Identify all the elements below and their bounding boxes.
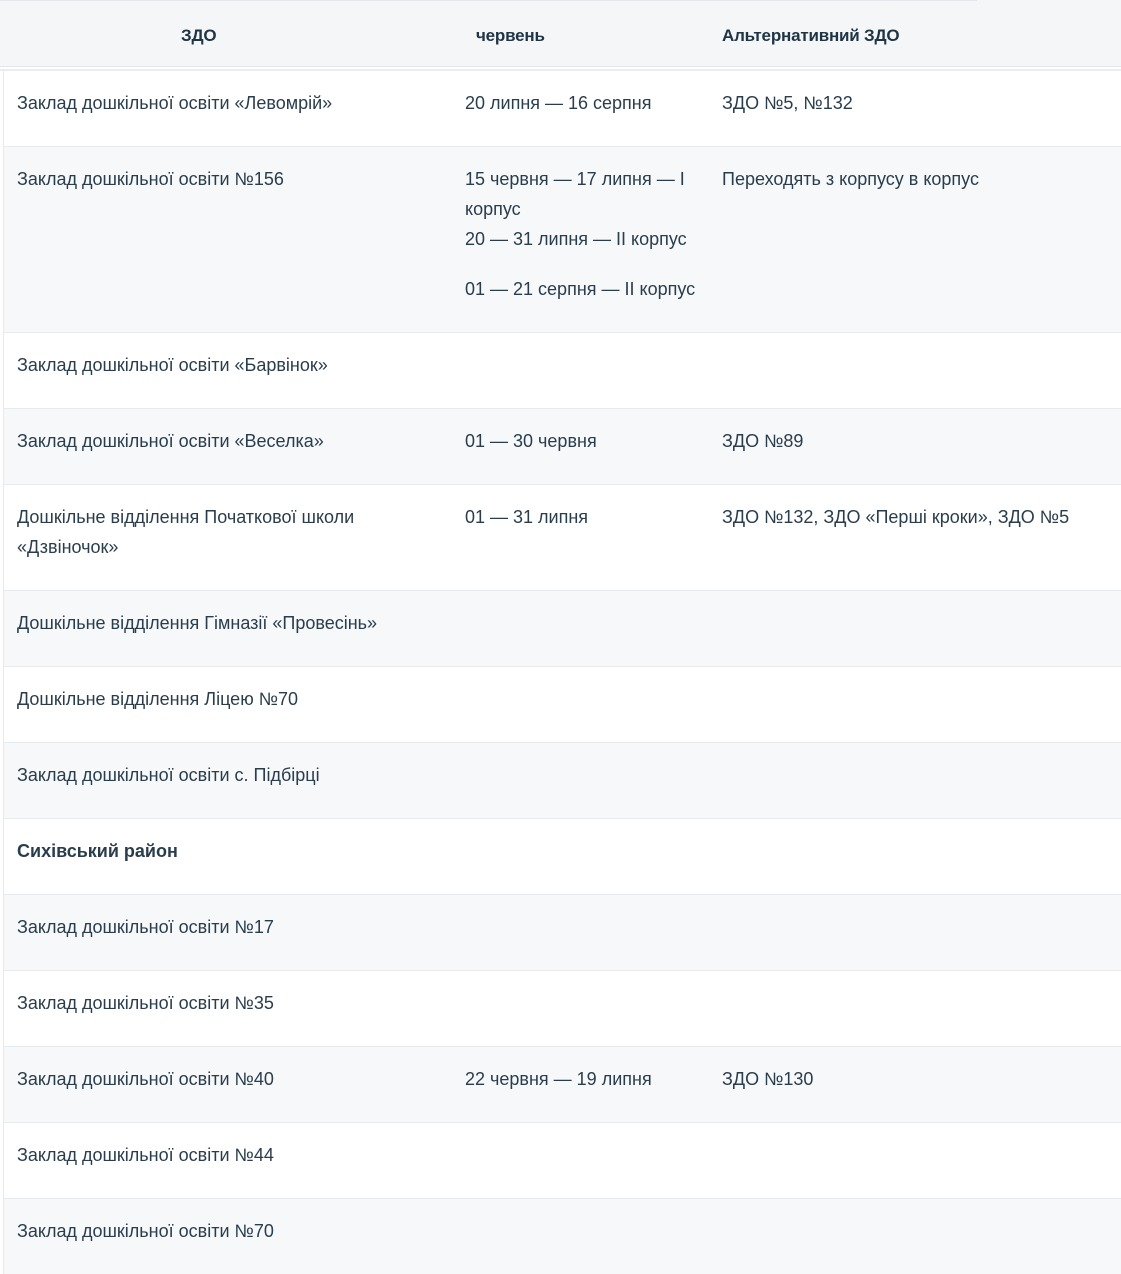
table-row: Заклад дошкільної освіти «Веселка» 01 — …: [3, 409, 1121, 485]
cell-zdo-name: Дошкільне відділення Початкової школи «Д…: [17, 507, 355, 557]
table-row: Заклад дошкільної освіти №156 15 червня …: [3, 147, 1121, 333]
table-row: Заклад дошкільної освіти №44: [3, 1123, 1121, 1199]
cell-alternative: ЗДО №89: [722, 431, 804, 451]
header-col-zdo: ЗДО: [181, 26, 217, 45]
cell-zdo-name: Дошкільне відділення Ліцею №70: [17, 689, 299, 709]
table-row: Заклад дошкільної освіти «Левомрій» 20 л…: [3, 71, 1121, 147]
table-header-extension: [977, 0, 1121, 67]
cell-dates: 01 — 30 червня: [465, 426, 705, 456]
cell-dates: 15 червня — 17 липня — I корпус 20 — 31 …: [465, 164, 705, 304]
table-header: ЗДО червень Альтернативний ЗДО: [0, 0, 977, 67]
cell-alternative: ЗДО №130: [722, 1069, 814, 1089]
table-row: Дошкільне відділення Гімназії «Провесінь…: [3, 591, 1121, 667]
date-line: 01 — 30 червня: [465, 431, 597, 451]
date-line: 01 — 21 серпня — II корпус: [465, 279, 696, 299]
table-row: Дошкільне відділення Ліцею №70: [3, 667, 1121, 743]
cell-zdo-name: Заклад дошкільної освіти «Веселка»: [17, 431, 324, 451]
table-row: Заклад дошкільної освіти с. Підбірці: [3, 743, 1121, 819]
district-heading: Сихівський район: [17, 841, 178, 861]
cell-zdo-name: Заклад дошкільної освіти №44: [17, 1145, 274, 1165]
table-row: Дошкільне відділення Початкової школи «Д…: [3, 485, 1121, 591]
date-line: 15 червня — 17 липня — I корпус: [465, 169, 685, 219]
cell-alternative: ЗДО №5, №132: [722, 93, 853, 113]
cell-zdo-name: Заклад дошкільної освіти №40: [17, 1069, 274, 1089]
header-col-alternative: Альтернативний ЗДО: [722, 26, 900, 45]
cell-zdo-name: Заклад дошкільної освіти №17: [17, 917, 274, 937]
cell-dates: 20 липня — 16 серпня: [465, 88, 705, 118]
header-col-month: червень: [476, 26, 545, 45]
table-row: Заклад дошкільної освіти №40 22 червня —…: [3, 1047, 1121, 1123]
cell-zdo-name: Заклад дошкільної освіти «Барвінок»: [17, 355, 328, 375]
cell-zdo-name: Заклад дошкільної освіти с. Підбірці: [17, 765, 320, 785]
cell-zdo-name: Заклад дошкільної освіти №70: [17, 1221, 274, 1241]
cell-alternative: Переходять з корпусу в корпус: [722, 169, 979, 189]
cell-zdo-name: Заклад дошкільної освіти №35: [17, 993, 274, 1013]
table-row: Заклад дошкільної освіти №35: [3, 971, 1121, 1047]
date-line: 01 — 31 липня: [465, 507, 589, 527]
table-row: Заклад дошкільної освіти №17: [3, 895, 1121, 971]
table-row-district: Сихівський район: [3, 819, 1121, 895]
table-row: Заклад дошкільної освіти «Барвінок»: [3, 333, 1121, 409]
date-line: 20 — 31 липня — II корпус: [465, 229, 687, 249]
cell-zdo-name: Дошкільне відділення Гімназії «Провесінь…: [17, 613, 378, 633]
cell-dates: 01 — 31 липня: [465, 502, 705, 532]
date-line: 20 липня — 16 серпня: [465, 93, 652, 113]
table-row: Заклад дошкільної освіти №70: [3, 1199, 1121, 1274]
cell-dates: 22 червня — 19 липня: [465, 1064, 705, 1094]
cell-zdo-name: Заклад дошкільної освіти №156: [17, 169, 284, 189]
cell-alternative: ЗДО №132, ЗДО «Перші кроки», ЗДО №5: [722, 507, 1070, 527]
date-line: 22 червня — 19 липня: [465, 1069, 652, 1089]
cell-zdo-name: Заклад дошкільної освіти «Левомрій»: [17, 93, 333, 113]
